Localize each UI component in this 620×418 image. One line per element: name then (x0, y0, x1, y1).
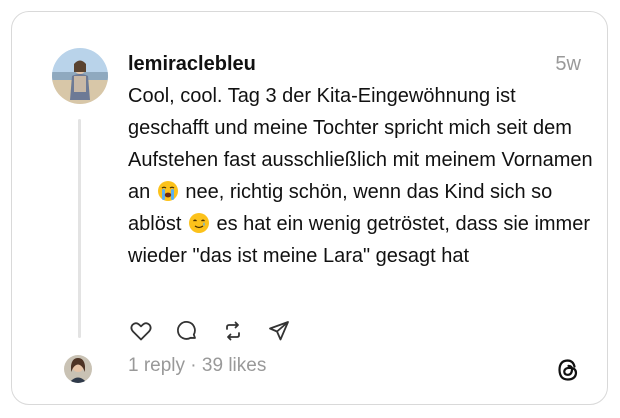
heart-icon[interactable] (128, 318, 154, 344)
threads-logo-icon[interactable] (555, 357, 581, 383)
share-icon[interactable] (266, 318, 292, 344)
stats-separator: · (185, 355, 202, 376)
comment-icon[interactable] (174, 318, 200, 344)
post-time: 5w (555, 53, 581, 75)
post-card: lemiraclebleu 5w Cool, cool. Tag 3 der K… (11, 11, 608, 405)
username[interactable]: lemiraclebleu (128, 52, 256, 76)
like-count[interactable]: 39 likes (202, 355, 266, 376)
loudly-crying-face-icon (157, 181, 178, 201)
avatar[interactable] (52, 48, 108, 104)
smiling-face-with-tear-icon (188, 213, 209, 233)
post-stats: 1 reply · 39 likes (128, 354, 266, 378)
action-bar (128, 317, 312, 345)
post-text: Cool, cool. Tag 3 der Kita-Eingewöhnung … (128, 80, 598, 272)
thread-line (78, 119, 81, 338)
reply-count[interactable]: 1 reply (128, 355, 185, 376)
reply-avatar[interactable] (64, 355, 92, 383)
repost-icon[interactable] (220, 318, 246, 344)
